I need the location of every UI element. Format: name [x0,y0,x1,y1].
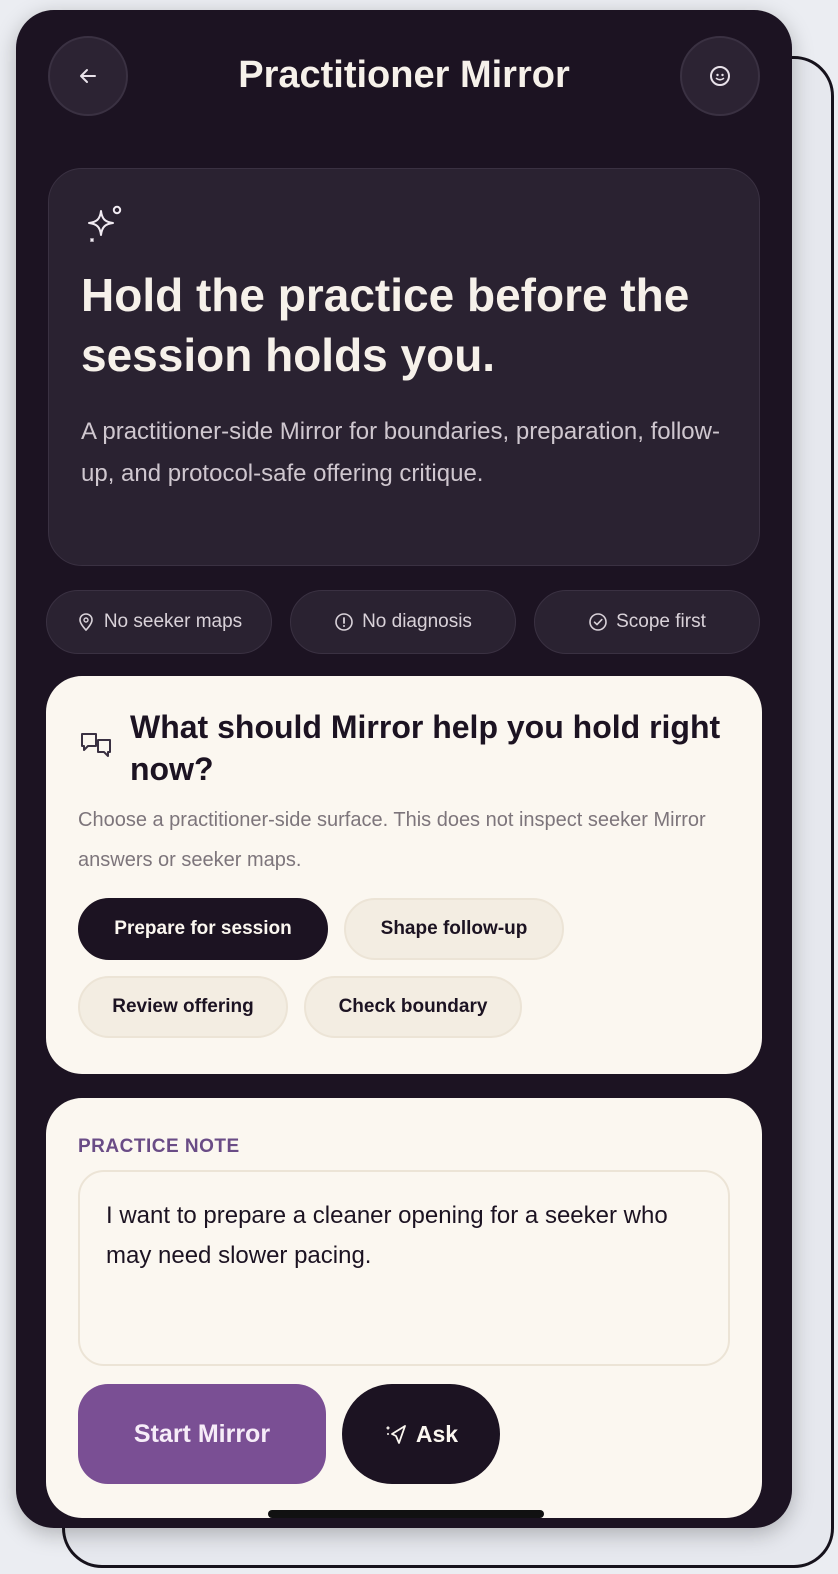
app-header: Practitioner Mirror [16,10,792,150]
hero-card: Hold the practice before the session hol… [48,168,760,566]
help-title: What should Mirror help you hold right n… [130,709,721,787]
practice-note-input[interactable]: I want to prepare a cleaner opening for … [78,1170,730,1366]
help-description: Choose a practitioner-side surface. This… [78,809,706,871]
arrow-left-icon [80,69,96,83]
home-indicator [268,1510,544,1518]
chat-bubbles-icon [81,733,111,757]
profile-button[interactable] [680,36,760,116]
option-prepare-for-session[interactable]: Prepare for session [78,898,328,960]
back-button[interactable] [48,36,128,116]
option-check-boundary[interactable]: Check boundary [304,976,522,1038]
location-pin-icon [79,613,93,632]
ask-button[interactable]: Ask [342,1384,500,1484]
ask-label: Ask [415,1420,459,1447]
start-mirror-button[interactable]: Start Mirror [78,1384,326,1484]
practice-note-card: PRACTICE NOTE I want to prepare a cleane… [46,1098,762,1518]
phone-screen: Practitioner Mirror Hold the practice be… [16,10,792,1528]
help-card: What should Mirror help you hold right n… [46,676,762,1074]
chip-label: Scope first [616,611,706,632]
chip-no-diagnosis: No diagnosis [290,590,516,654]
chip-label: No seeker maps [103,611,243,632]
start-mirror-label: Start Mirror [133,1419,271,1448]
page-title: Practitioner Mirror [238,54,570,96]
send-sparkle-icon [386,1425,406,1444]
practice-note-label: PRACTICE NOTE [78,1136,240,1157]
hero-description: A practitioner-side Mirror for boundarie… [81,418,720,487]
chip-label: No diagnosis [362,611,472,632]
option-shape-follow-up[interactable]: Shape follow-up [344,898,564,960]
hero-title: Hold the practice before the session hol… [81,269,690,381]
info-circle-icon [335,613,353,631]
smiley-face-icon [710,66,730,86]
chip-no-seeker-maps: No seeker maps [46,590,272,654]
check-circle-icon [589,613,607,631]
option-review-offering[interactable]: Review offering [78,976,288,1038]
chip-scope-first: Scope first [534,590,760,654]
sparkle-icon [88,205,122,242]
scope-chips: No seeker maps No diagnosis Scope first [46,590,762,654]
